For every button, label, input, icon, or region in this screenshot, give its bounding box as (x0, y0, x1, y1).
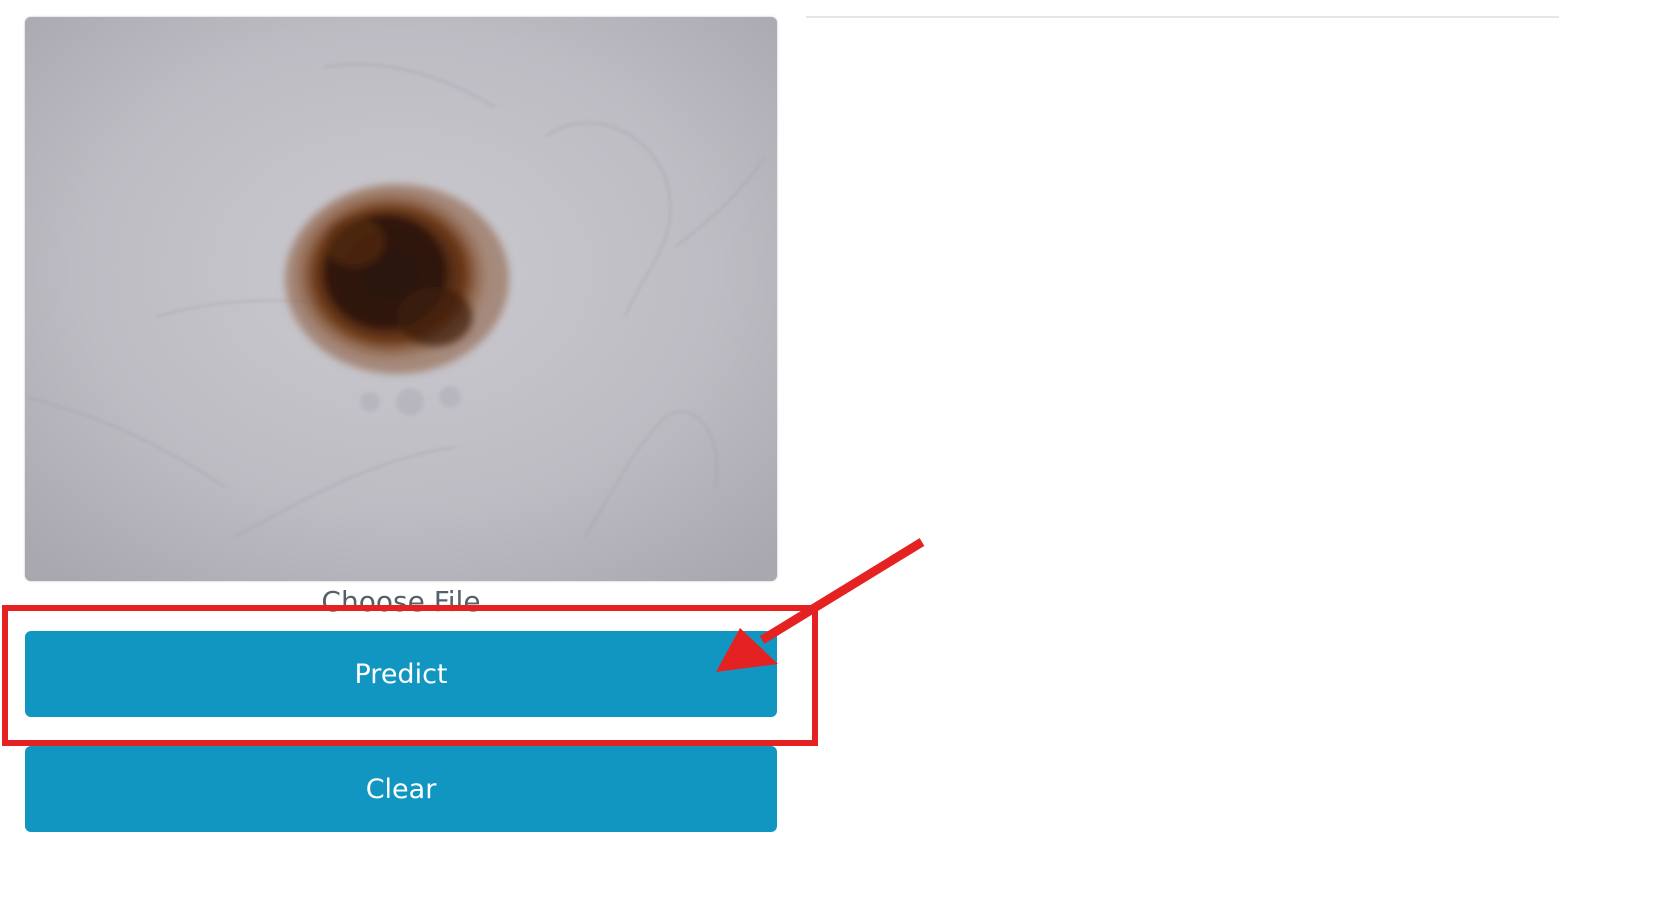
clear-button[interactable]: Clear (25, 746, 777, 832)
predict-button[interactable]: Predict (25, 631, 777, 717)
choose-file-label[interactable]: Choose File (25, 584, 777, 620)
divider (806, 16, 1559, 18)
skin-lesion-image (25, 17, 777, 581)
uploaded-image-preview (25, 17, 777, 581)
